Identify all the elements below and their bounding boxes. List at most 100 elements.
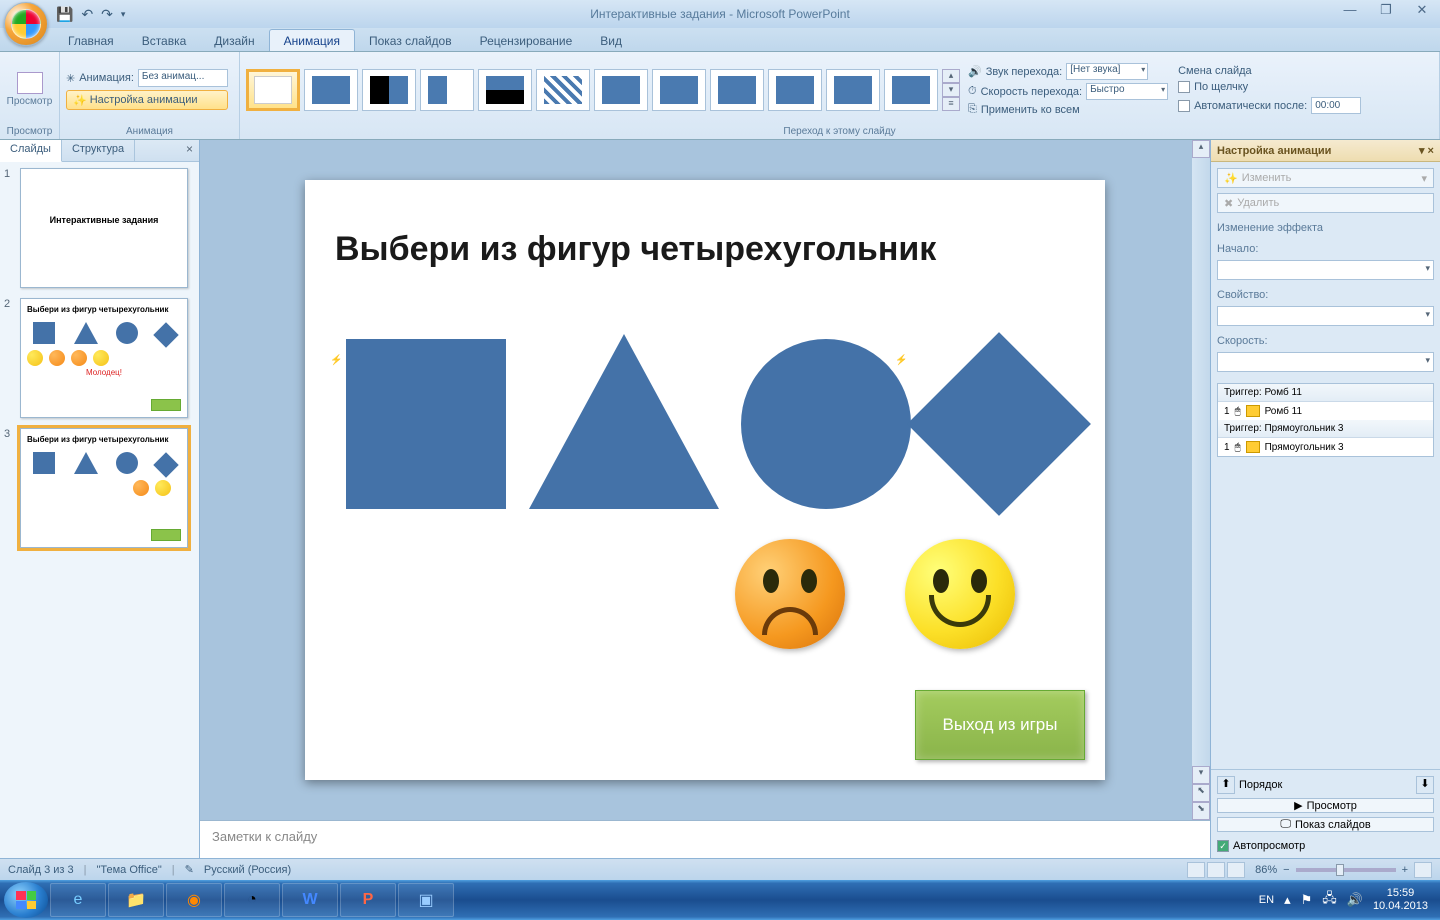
taskbar-explorer[interactable]: 📁 — [108, 883, 164, 917]
animation-marker-icon[interactable]: ⚡ — [330, 355, 348, 369]
minimize-button[interactable]: — — [1338, 2, 1362, 18]
zoom-level[interactable]: 86% — [1255, 864, 1277, 876]
normal-view-button[interactable] — [1187, 862, 1205, 878]
transition-item[interactable] — [884, 69, 938, 111]
redo-icon[interactable]: ↷ — [101, 6, 113, 23]
shape-triangle[interactable] — [529, 334, 719, 509]
scroll-down-button[interactable]: ▾ — [1192, 766, 1210, 784]
apply-to-all-button[interactable]: ⎘Применить ко всем — [968, 103, 1168, 116]
animation-list-item[interactable]: 1🖱Ромб 11 — [1218, 402, 1433, 420]
taskbar-ie[interactable]: e — [50, 883, 106, 917]
tab-review[interactable]: Рецензирование — [466, 30, 587, 51]
slide-canvas[interactable]: Выбери из фигур четырехугольник ⚡ ⚡ Выхо… — [305, 180, 1105, 780]
tab-insert[interactable]: Вставка — [128, 30, 201, 51]
ie-icon: e — [74, 891, 83, 909]
tab-design[interactable]: Дизайн — [200, 30, 268, 51]
zoom-slider[interactable] — [1296, 868, 1396, 872]
next-slide-button[interactable]: ⬊ — [1192, 802, 1210, 820]
transition-item[interactable] — [594, 69, 648, 111]
taskbar-powerpoint[interactable]: P — [340, 883, 396, 917]
animation-dropdown[interactable]: Без анимац... — [138, 69, 228, 87]
transition-item[interactable] — [304, 69, 358, 111]
transition-item[interactable] — [478, 69, 532, 111]
tab-home[interactable]: Главная — [54, 30, 128, 51]
autopreview-checkbox[interactable]: ✓ — [1217, 840, 1229, 852]
auto-after-time-input[interactable]: 00:00 — [1311, 97, 1361, 114]
reorder-down-button[interactable]: ⬇ — [1416, 776, 1434, 794]
transition-item[interactable] — [826, 69, 880, 111]
qat-dropdown-icon[interactable]: ▾ — [121, 9, 126, 20]
speed-dropdown[interactable] — [1217, 352, 1434, 372]
tray-icon[interactable]: ▴ — [1284, 892, 1291, 908]
slideshow-button[interactable]: 🖵Показ слайдов — [1217, 817, 1434, 832]
tab-animation[interactable]: Анимация — [269, 29, 355, 51]
face-sad[interactable] — [735, 539, 845, 649]
sorter-view-button[interactable] — [1207, 862, 1225, 878]
transition-item[interactable] — [768, 69, 822, 111]
transition-item[interactable] — [420, 69, 474, 111]
language-indicator[interactable]: Русский (Россия) — [204, 864, 291, 876]
office-button[interactable] — [4, 2, 48, 46]
tab-outline[interactable]: Структура — [62, 140, 135, 161]
language-indicator[interactable]: EN — [1259, 894, 1274, 906]
taskbar-chrome[interactable]: ◔ — [224, 883, 280, 917]
transition-sound-dropdown[interactable]: [Нет звука] — [1066, 63, 1148, 80]
clock[interactable]: 15:59 10.04.2013 — [1373, 887, 1428, 913]
undo-icon[interactable]: ↶ — [81, 6, 93, 23]
transition-item[interactable] — [652, 69, 706, 111]
scrollbar-track[interactable] — [1192, 158, 1210, 766]
face-happy[interactable] — [905, 539, 1015, 649]
animation-marker-icon[interactable]: ⚡ — [895, 355, 913, 369]
shape-circle[interactable] — [741, 339, 911, 509]
slideshow-view-button[interactable] — [1227, 862, 1245, 878]
transition-item[interactable] — [362, 69, 416, 111]
close-button[interactable]: ✕ — [1410, 2, 1434, 18]
play-button[interactable]: ▶Просмотр — [1217, 798, 1434, 813]
start-dropdown[interactable] — [1217, 260, 1434, 280]
transition-item[interactable] — [710, 69, 764, 111]
auto-after-checkbox[interactable] — [1178, 100, 1190, 112]
spellcheck-icon[interactable]: ✎ — [185, 863, 194, 876]
pane-dropdown-icon[interactable]: ▾ × — [1419, 144, 1434, 157]
tab-slideshow[interactable]: Показ слайдов — [355, 30, 466, 51]
slide-thumb-1[interactable]: Интерактивные задания — [20, 168, 188, 288]
animation-list-item[interactable]: 1🖱Прямоугольник 3 — [1218, 438, 1433, 456]
scroll-up-button[interactable]: ▴ — [1192, 140, 1210, 158]
delete-effect-button[interactable]: ✖Удалить — [1217, 193, 1434, 213]
shape-diamond[interactable] — [907, 332, 1091, 516]
change-effect-button[interactable]: ✨Изменить▾ — [1217, 168, 1434, 188]
slide-thumb-2[interactable]: Выбери из фигур четырехугольник Молодец! — [20, 298, 188, 418]
preview-button[interactable]: Просмотр — [6, 72, 53, 107]
slide-title[interactable]: Выбери из фигур четырехугольник — [335, 230, 1075, 269]
slide-thumb-3[interactable]: Выбери из фигур четырехугольник — [20, 428, 188, 548]
gallery-up-icon[interactable]: ▴ — [942, 69, 960, 83]
taskbar-word[interactable]: W — [282, 883, 338, 917]
notes-pane[interactable]: Заметки к слайду — [200, 820, 1210, 858]
taskbar-item[interactable]: ◉ — [166, 883, 222, 917]
flag-icon[interactable]: ⚑ — [1301, 892, 1313, 908]
start-button[interactable] — [4, 882, 48, 918]
transition-item[interactable] — [536, 69, 590, 111]
maximize-button[interactable]: ❐ — [1374, 2, 1398, 18]
transition-none[interactable] — [246, 69, 300, 111]
reorder-up-button[interactable]: ⬆ — [1217, 776, 1235, 794]
exit-game-button[interactable]: Выход из игры — [915, 690, 1085, 760]
slides-panel-close[interactable]: × — [180, 140, 199, 161]
network-icon[interactable]: 🖧 — [1322, 889, 1337, 911]
taskbar-item[interactable]: ▣ — [398, 883, 454, 917]
gallery-down-icon[interactable]: ▾ — [942, 83, 960, 97]
zoom-in-button[interactable]: + — [1402, 864, 1408, 876]
save-icon[interactable]: 💾 — [56, 6, 73, 23]
volume-icon[interactable]: 🔊 — [1347, 892, 1363, 908]
property-dropdown[interactable] — [1217, 306, 1434, 326]
on-click-checkbox[interactable] — [1178, 81, 1190, 93]
transition-speed-dropdown[interactable]: Быстро — [1086, 83, 1168, 100]
custom-animation-button[interactable]: ✨Настройка анимации — [66, 90, 228, 110]
tab-view[interactable]: Вид — [586, 30, 636, 51]
zoom-out-button[interactable]: − — [1283, 864, 1289, 876]
shape-square[interactable] — [346, 339, 506, 509]
prev-slide-button[interactable]: ⬉ — [1192, 784, 1210, 802]
tab-slides[interactable]: Слайды — [0, 140, 62, 162]
gallery-more-icon[interactable]: ≡ — [942, 97, 960, 111]
fit-to-window-button[interactable] — [1414, 862, 1432, 878]
